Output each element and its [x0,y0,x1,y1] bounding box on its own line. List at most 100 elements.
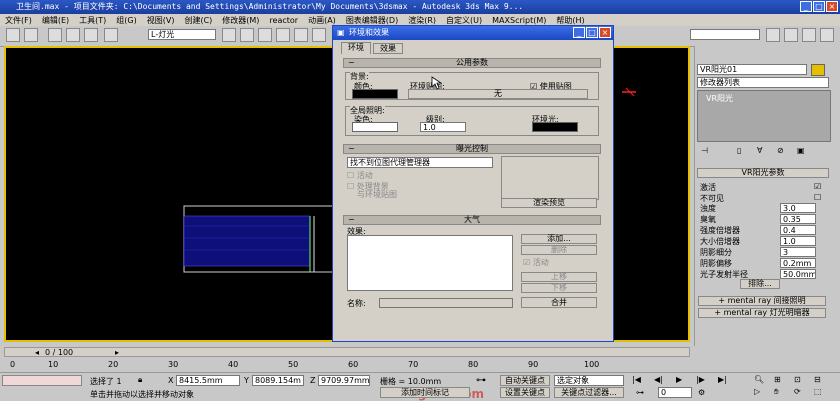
tint-color-swatch[interactable] [352,122,398,132]
dialog-title-bar[interactable]: ▣ 环境和效果 _ □ × [333,26,613,40]
view-dropdown[interactable]: L-灯光 [148,29,216,40]
env-map-button[interactable]: 无 [408,89,588,99]
select-region-icon[interactable] [258,28,272,42]
select-filter-icon[interactable] [104,28,118,42]
dialog-maximize-button[interactable]: □ [586,27,598,38]
object-color-swatch[interactable] [811,64,825,76]
enabled-checkbox[interactable]: ☑ [814,182,821,191]
time-slider-next-icon[interactable]: ▸ [115,348,119,357]
level-spinner[interactable]: 1.0 [420,122,466,132]
remove-modifier-icon[interactable]: ⊘ [777,146,784,155]
delete-effect-button[interactable]: 删除 [521,245,597,255]
maximize-viewport-icon[interactable]: ⬚ [814,387,822,396]
photon-radius-spinner[interactable]: 50.0mm [780,269,816,279]
set-key-button[interactable]: 设置关键点 [500,387,550,398]
field-of-view-icon[interactable]: ▷ [754,387,760,396]
select-arrow-icon[interactable] [222,28,236,42]
bind-warp-icon[interactable] [84,28,98,42]
configure-sets-icon[interactable]: ▣ [797,146,805,155]
render-icon[interactable] [802,28,816,42]
background-color-swatch[interactable] [352,89,398,99]
key-filters-button[interactable]: 关键点过滤器... [554,387,624,398]
next-frame-icon[interactable]: |▶ [696,375,705,384]
move-down-button[interactable]: 下移 [521,283,597,293]
render-setup-icon[interactable] [784,28,798,42]
object-name-field[interactable]: VR阳光01 [697,64,807,75]
merge-button[interactable]: 合并 [521,297,597,308]
x-coordinate-field[interactable]: 8415.5mm [176,375,240,386]
effect-active-checkbox[interactable]: ☑ 活动 [523,257,549,268]
move-up-button[interactable]: 上移 [521,272,597,282]
menu-modifiers[interactable]: 修改器(M) [217,15,264,26]
menu-rendering[interactable]: 渲染(R) [403,15,441,26]
prev-frame-icon[interactable]: ◀| [654,375,663,384]
zoom-extents-all-icon[interactable]: ⊟ [814,375,821,384]
menu-file[interactable]: 文件(F) [0,15,37,26]
common-params-rollout-header[interactable]: − 公用参数 [343,58,601,68]
auto-key-button[interactable]: 自动关键点 [500,375,550,386]
zoom-all-icon[interactable]: ⊞ [774,375,781,384]
goto-end-icon[interactable]: ▶| [718,375,727,384]
tab-environment[interactable]: 环境 [341,42,371,54]
named-selection-set[interactable] [690,29,760,40]
sun-params-rollout-title[interactable]: VR阳光参数 [697,168,829,178]
goto-start-icon[interactable]: |◀ [632,375,641,384]
lock-icon[interactable]: 🔒︎ [138,375,142,385]
unlink-icon[interactable] [66,28,80,42]
mental-ray-gi-rollout[interactable]: + mental ray 间接照明 [698,296,826,306]
dialog-minimize-button[interactable]: _ [573,27,585,38]
intensity-multiplier-spinner[interactable]: 0.4 [780,225,816,235]
redo-icon[interactable] [24,28,38,42]
add-time-tag[interactable]: 添加时间标记 [380,387,470,398]
dialog-close-button[interactable]: × [599,27,611,38]
atmosphere-effects-list[interactable] [347,235,513,291]
zoom-extents-icon[interactable]: ⊡ [794,375,801,384]
invisible-checkbox[interactable]: ☐ [814,193,821,202]
menu-customize[interactable]: 自定义(U) [441,15,487,26]
menu-help[interactable]: 帮助(H) [551,15,589,26]
exposure-type-dropdown[interactable]: 找不到位图代理管理器 [347,157,493,168]
pin-stack-icon[interactable]: ⊣ [701,146,708,155]
add-effect-button[interactable]: 添加... [521,234,597,244]
make-unique-icon[interactable]: ∀ [757,146,762,155]
shadow-bias-spinner[interactable]: 0.2mm [780,258,816,268]
render-preview-button[interactable]: 渲染预览 [501,198,597,208]
time-config-icon[interactable]: ⚙ [698,388,705,397]
time-slider-prev-icon[interactable]: ◂ [35,348,39,357]
current-frame-field[interactable]: 0 [658,387,692,398]
tab-effects[interactable]: 效果 [373,43,403,54]
ozone-spinner[interactable]: 0.35 [780,214,816,224]
modifier-list-dropdown[interactable]: 修改器列表 [697,77,829,88]
maximize-button[interactable]: □ [813,1,825,12]
window-crossing-icon[interactable] [276,28,290,42]
exposure-active-checkbox[interactable]: ☐ 活动 [347,170,373,181]
minimize-button[interactable]: _ [800,1,812,12]
y-coordinate-field[interactable]: 8089.154m [252,375,304,386]
zoom-icon[interactable]: 🔍︎ [754,375,764,384]
menu-group[interactable]: 组(G) [111,15,141,26]
orbit-icon[interactable]: ⟳ [794,387,801,396]
mental-ray-shader-rollout[interactable]: + mental ray 灯光明暗器 [698,308,826,318]
rotate-icon[interactable] [312,28,326,42]
maxscript-listener[interactable] [2,375,82,386]
close-button[interactable]: × [826,1,838,12]
stack-item[interactable]: VR阳光 [706,93,733,104]
undo-icon[interactable] [6,28,20,42]
turbidity-spinner[interactable]: 3.0 [780,203,816,213]
pan-icon[interactable]: ✋︎ [774,387,779,397]
key-icon[interactable]: ⊶ [476,375,486,386]
material-editor-icon[interactable] [766,28,780,42]
menu-create[interactable]: 创建(C) [179,15,217,26]
time-slider[interactable]: 0 / 100 ◂ ▸ [4,347,690,357]
menu-graph-editors[interactable]: 图表编辑器(D) [341,15,403,26]
exposure-rollout-header[interactable]: − 曝光控制 [343,144,601,154]
link-icon[interactable] [48,28,62,42]
menu-maxscript[interactable]: MAXScript(M) [487,16,551,25]
menu-animation[interactable]: 动画(A) [303,15,341,26]
quick-render-icon[interactable] [820,28,834,42]
menu-tools[interactable]: 工具(T) [74,15,111,26]
select-name-icon[interactable] [240,28,254,42]
move-icon[interactable] [294,28,308,42]
track-bar[interactable]: 0 10 20 30 40 50 60 70 80 90 100 [4,358,690,370]
z-coordinate-field[interactable]: 9709.97mm [318,375,370,386]
